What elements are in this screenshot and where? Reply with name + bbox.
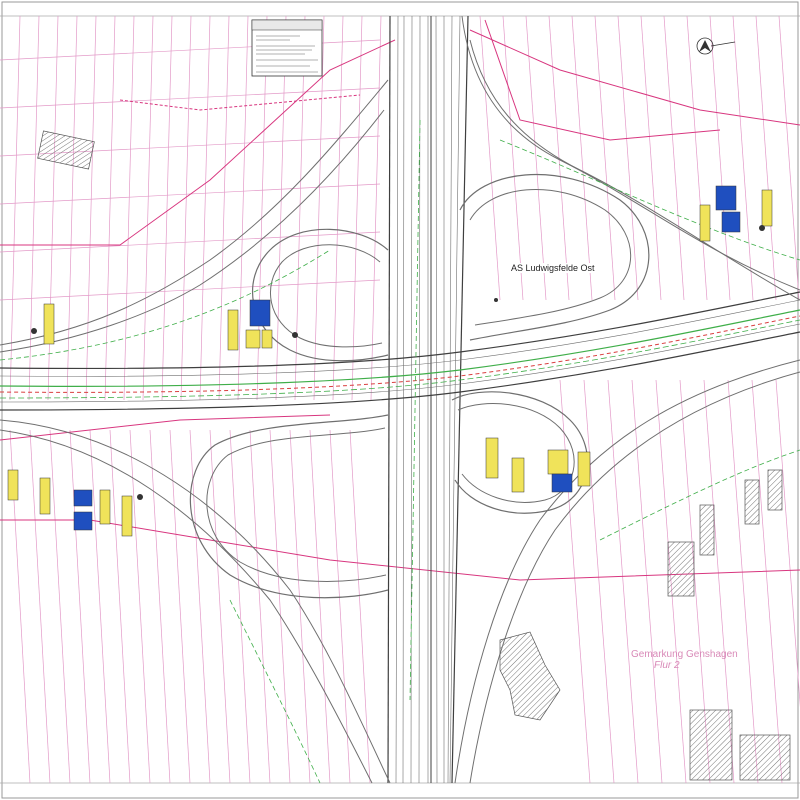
- parcel-sheet-label: Flur 2: [654, 660, 680, 671]
- sign-blue-ne-2: [721, 211, 741, 233]
- sign-yellow-se-3: [547, 449, 569, 475]
- sign-yellow-ne-2: [761, 189, 773, 227]
- building-se-a: [667, 541, 695, 597]
- sign-yellow-se-1: [485, 437, 499, 479]
- sign-yellow-nw-2: [245, 329, 261, 349]
- sign-blue-nw: [249, 299, 271, 327]
- sign-blue-ne-1: [715, 185, 737, 211]
- sign-blue-se: [551, 473, 573, 493]
- sign-yellow-nw-1: [227, 309, 239, 351]
- sign-blue-sw-2: [73, 511, 93, 531]
- sign-yellow-ne-1: [699, 204, 711, 242]
- sign-blue-sw-1: [73, 489, 93, 507]
- sign-yellow-w: [43, 303, 55, 345]
- interchange-label: AS Ludwigsfelde Ost: [509, 263, 597, 273]
- parcel-district-label: Gemarkung Genshagen: [631, 649, 738, 660]
- building-se-c: [744, 479, 760, 525]
- sign-yellow-sw-2: [99, 489, 111, 525]
- title-block-header: [251, 19, 323, 31]
- survey-marker-icon: [292, 332, 298, 338]
- survey-marker-icon: [137, 494, 143, 500]
- drawing-background: [0, 0, 800, 800]
- sign-yellow-se-4: [577, 451, 591, 487]
- building-se-f: [739, 734, 791, 781]
- building-se-d: [767, 469, 783, 511]
- survey-marker-icon: [31, 328, 37, 334]
- sign-yellow-sw-4: [7, 469, 19, 501]
- sign-yellow-sw-3: [121, 495, 133, 537]
- title-block: [251, 19, 323, 77]
- sign-yellow-nw-3: [261, 329, 273, 349]
- survey-marker-icon: [494, 298, 498, 302]
- survey-marker-icon: [759, 225, 765, 231]
- site-plan-drawing: [0, 0, 800, 800]
- building-se-e: [689, 709, 733, 781]
- sign-yellow-sw-1: [39, 477, 51, 515]
- sign-yellow-se-2: [511, 457, 525, 493]
- building-se-b: [699, 504, 715, 556]
